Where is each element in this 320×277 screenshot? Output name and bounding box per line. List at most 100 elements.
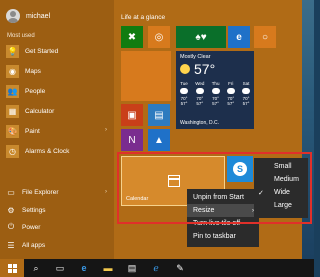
- app-icon: ✎: [176, 262, 184, 273]
- taskbar-ie[interactable]: ℯ: [144, 259, 168, 277]
- bottom-item-label: File Explorer: [22, 188, 59, 196]
- app-label: Paint: [25, 127, 40, 135]
- settings-button[interactable]: ⚙ Settings: [6, 202, 110, 218]
- bottom-item-label: Settings: [22, 206, 46, 214]
- gear-icon: ⚙: [7, 205, 15, 215]
- cloud-icon: [180, 88, 188, 94]
- lightbulb-icon: 💡: [6, 44, 19, 58]
- weather-current: 57°: [180, 61, 250, 77]
- paint-icon: 🎨: [6, 124, 19, 138]
- forecast-low: 57°: [242, 101, 250, 106]
- weather-forecast: Tue 70° 57° Wed 70° 57° Thu 70° 57° Fri 70° 57° …: [180, 81, 250, 106]
- groove-music-tile[interactable]: ◎: [148, 26, 170, 48]
- bottom-item-label: All apps: [22, 241, 46, 249]
- all-apps-icon: ☰: [7, 240, 15, 250]
- app-label: People: [25, 87, 46, 95]
- forecast-low: 57°: [212, 101, 219, 106]
- app-label: Calculator: [25, 107, 55, 115]
- task-view-button[interactable]: ▭: [48, 259, 72, 277]
- search-button[interactable]: ⌕: [24, 259, 48, 277]
- all-apps-button[interactable]: ☰ All apps: [6, 237, 110, 253]
- cloud-icon: [226, 88, 235, 94]
- calendar-icon: [168, 175, 180, 187]
- menu-item-label: Small: [274, 163, 292, 170]
- people-icon: 👥: [6, 84, 19, 98]
- power-button[interactable]: ⏻ Power: [6, 219, 110, 235]
- menu-item-label: Wide: [274, 189, 290, 196]
- skype-tile[interactable]: S: [227, 156, 253, 182]
- app-people[interactable]: 👥 People: [6, 82, 110, 100]
- forecast-day-name: Tue: [180, 81, 188, 86]
- onenote-tile[interactable]: N: [121, 129, 143, 151]
- task-view-icon: ▭: [55, 262, 65, 273]
- solitaire-tile[interactable]: ♠♥: [176, 26, 226, 48]
- edge-tile[interactable]: e: [228, 26, 250, 48]
- taskbar-store[interactable]: ▤: [120, 259, 144, 277]
- edge-icon: e: [81, 263, 87, 273]
- app-paint[interactable]: 🎨 Paint ›: [6, 122, 110, 140]
- app-calculator[interactable]: ▦ Calculator: [6, 102, 110, 120]
- resize-small-item[interactable]: Small: [254, 160, 308, 173]
- search-icon: ⌕: [33, 262, 39, 273]
- chevron-right-icon[interactable]: ›: [105, 127, 107, 133]
- resize-large-item[interactable]: Large: [254, 199, 308, 212]
- xbox-tile[interactable]: ✖: [121, 26, 143, 48]
- xbox-icon: ✖: [127, 31, 137, 43]
- start-button[interactable]: [0, 259, 24, 277]
- unpin-from-start-item[interactable]: Unpin from Start: [187, 191, 259, 204]
- weather-temperature: 57°: [194, 61, 216, 77]
- cortana-icon: ○: [261, 31, 269, 43]
- taskbar-edge[interactable]: e: [72, 259, 96, 277]
- cloud-icon: [211, 88, 220, 94]
- chevron-right-icon[interactable]: ›: [105, 189, 107, 195]
- menu-item-label: Medium: [274, 176, 299, 183]
- store-icon: ▤: [154, 109, 164, 121]
- app-alarms-clock[interactable]: ◷ Alarms & Clock: [6, 142, 110, 160]
- app-maps[interactable]: ◉ Maps: [6, 62, 110, 80]
- mail-tile[interactable]: [121, 51, 171, 101]
- resize-wide-item[interactable]: ✓ Wide: [254, 186, 308, 199]
- checkmark-icon: ✓: [258, 189, 264, 197]
- file-explorer-button[interactable]: ▭ File Explorer ›: [6, 184, 110, 200]
- cloud-icon: [241, 88, 250, 94]
- store-tile[interactable]: ▤: [148, 104, 170, 126]
- onenote-icon: N: [128, 134, 136, 146]
- forecast-day-name: Thu: [211, 81, 220, 86]
- sun-icon: [180, 64, 190, 74]
- power-icon: ⏻: [7, 222, 15, 231]
- photos-icon: ▲: [154, 134, 164, 146]
- weather-tile[interactable]: Mostly Clear 57° Tue 70° 57° Wed 70° 57° Thu…: [176, 51, 254, 129]
- tile-group-title[interactable]: Life at a glance: [121, 14, 165, 21]
- app-label: Maps: [25, 67, 41, 75]
- forecast-low: 57°: [196, 101, 204, 106]
- photos-tile[interactable]: ▲: [148, 129, 170, 151]
- internet-explorer-icon: ℯ: [153, 262, 159, 273]
- resize-item[interactable]: Resize ›: [187, 204, 259, 217]
- forecast-low: 57°: [227, 101, 235, 106]
- app-get-started[interactable]: 💡 Get Started: [6, 42, 110, 60]
- forecast-day: Sat 70° 57°: [241, 81, 250, 106]
- skype-icon: S: [233, 162, 247, 176]
- office-tile[interactable]: ▣: [121, 104, 143, 126]
- resize-medium-item[interactable]: Medium: [254, 173, 308, 186]
- forecast-day-name: Fri: [228, 81, 234, 86]
- cortana-tile[interactable]: ○: [254, 26, 276, 48]
- start-menu-left-pane: michael Most used 💡 Get Started ◉ Maps 👥…: [0, 0, 114, 259]
- taskbar: ⌕ ▭ e ▬ ▤ ℯ ✎: [0, 259, 314, 277]
- windows-logo-icon: [7, 263, 17, 273]
- user-account[interactable]: michael: [6, 7, 50, 25]
- cloud-icon: [195, 88, 204, 94]
- forecast-day-name: Wed: [195, 81, 205, 86]
- calendar-tile-label: Calendar: [126, 196, 149, 202]
- turn-live-tile-off-item[interactable]: Turn live tile off: [187, 217, 259, 230]
- forecast-day: Fri 70° 57°: [226, 81, 235, 106]
- forecast-day: Wed 70° 57°: [195, 81, 204, 106]
- weather-condition: Mostly Clear: [180, 54, 211, 60]
- app-label: Get Started: [25, 47, 59, 55]
- forecast-day: Tue 70° 57°: [180, 81, 188, 106]
- forecast-day-name: Sat: [242, 81, 250, 86]
- taskbar-app[interactable]: ✎: [168, 259, 192, 277]
- taskbar-file-explorer[interactable]: ▬: [96, 259, 120, 277]
- pin-to-taskbar-item[interactable]: Pin to taskbar: [187, 230, 259, 243]
- folder-icon: ▭: [7, 187, 15, 197]
